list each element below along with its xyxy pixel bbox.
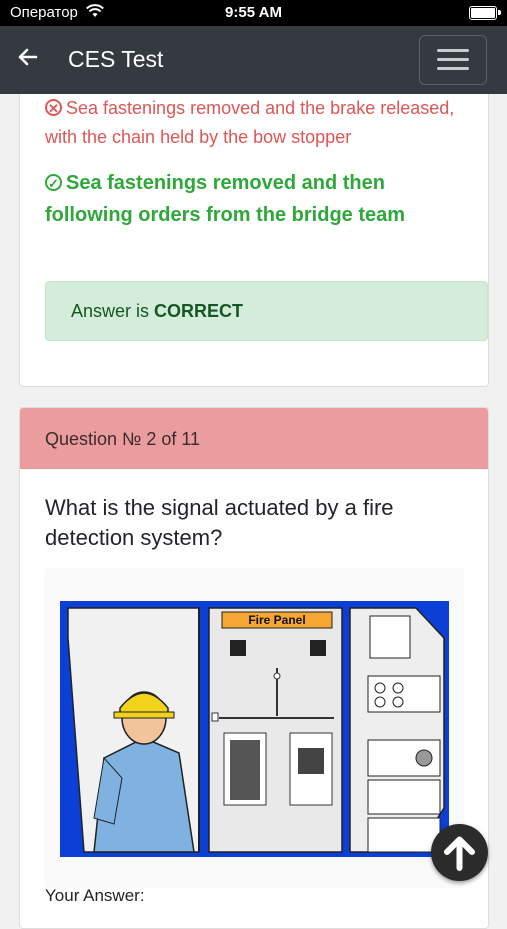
your-answer-label: Your Answer: (45, 886, 145, 905)
x-circle-icon: ✕ (45, 99, 62, 116)
clock: 9:55 AM (225, 4, 282, 21)
question-header: Question № 2 of 11 (20, 408, 488, 469)
result-prefix: Answer is (71, 301, 155, 321)
question-text: What is the signal actuated by a fire de… (45, 495, 394, 550)
wrong-answer-option: ✕ Sea fastenings removed and the brake re… (45, 94, 475, 152)
correct-answer-option: ✓ Sea fastenings removed and then followi… (45, 167, 475, 231)
status-bar: Оператор 9:55 AM (0, 0, 507, 26)
fire-panel-label: Fire Panel (248, 613, 305, 627)
result-word: CORRECT (154, 301, 244, 321)
back-arrow-icon[interactable] (16, 44, 38, 75)
correct-answer-text: Sea fastenings removed and then followin… (45, 172, 406, 226)
battery-icon (469, 6, 501, 20)
question-illustration: Fire Panel (44, 568, 464, 888)
top-navbar: CES Test (0, 26, 507, 94)
check-circle-icon: ✓ (45, 174, 62, 191)
question-card: Question № 2 of 11 What is the signal ac… (19, 407, 489, 929)
hamburger-menu-button[interactable] (419, 35, 487, 85)
result-alert: Answer is CORRECT (45, 281, 488, 341)
wrong-answer-text: Sea fastenings removed and the brake rel… (45, 98, 455, 147)
arrow-up-icon (444, 836, 475, 871)
app-title: CES Test (68, 46, 164, 72)
scroll-to-top-button[interactable] (431, 824, 488, 881)
previous-question-card: ✕ Sea fastenings removed and the brake re… (19, 94, 489, 387)
